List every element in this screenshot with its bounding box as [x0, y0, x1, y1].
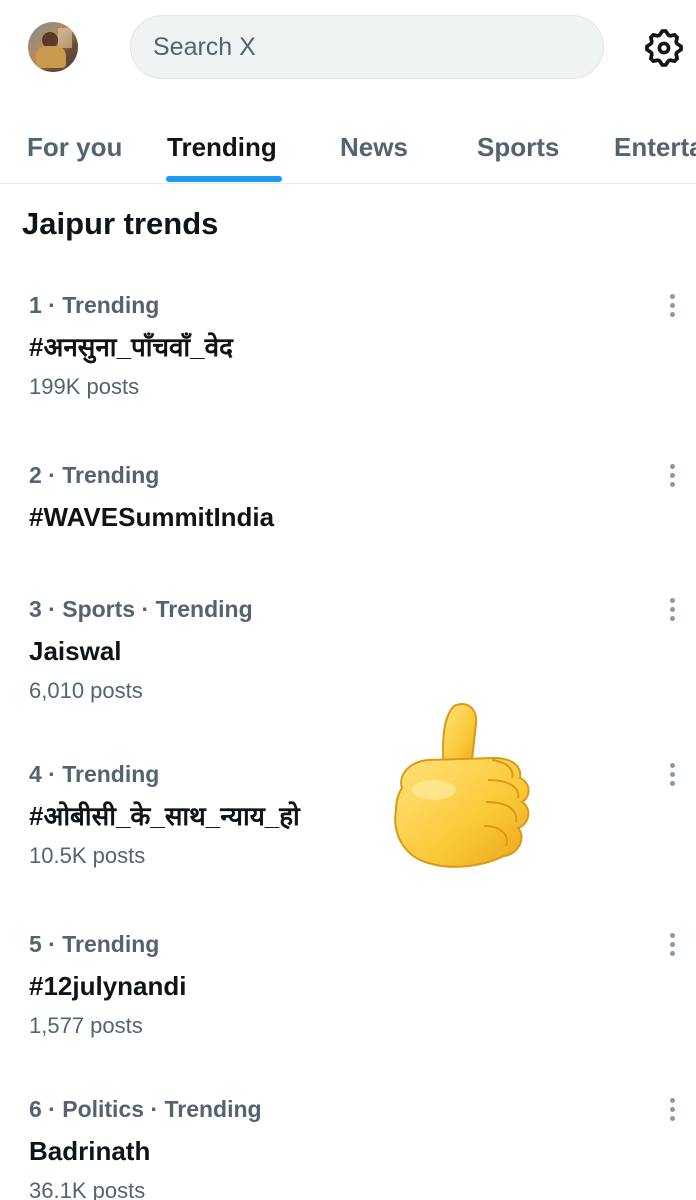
trend-post-count: 1,577 posts	[29, 1013, 143, 1038]
trend-item[interactable]: 5 · Trending #12julynandi 1,577 posts	[29, 928, 669, 1042]
trend-name: Badrinath	[29, 1136, 151, 1166]
trend-meta: 5 · Trending	[29, 931, 160, 957]
trend-meta: 4 · Trending	[29, 761, 160, 787]
trend-name: #WAVESummitIndia	[29, 502, 275, 532]
top-bar	[0, 0, 696, 96]
trend-name: #ओबीसी_के_साथ_न्याय_हो	[29, 801, 300, 831]
trend-meta: 2 · Trending	[29, 462, 160, 488]
trend-meta: 1 · Trending	[29, 292, 160, 318]
trend-name: Jaiswal	[29, 636, 122, 666]
more-options-icon[interactable]	[660, 931, 684, 957]
trend-post-count: 36.1K posts	[29, 1178, 146, 1200]
tab-news[interactable]: News	[340, 110, 408, 184]
thumbs-up-icon	[394, 703, 530, 868]
tab-for-you[interactable]: For you	[27, 110, 122, 184]
trend-item[interactable]: 2 · Trending #WAVESummitIndia	[29, 459, 669, 537]
trend-meta: 3 · Sports · Trending	[29, 596, 253, 622]
section-title: Jaipur trends	[22, 206, 219, 241]
more-options-icon[interactable]	[660, 761, 684, 787]
explore-page: For you Trending News Sports Entertainme…	[0, 0, 696, 1200]
search-bar[interactable]	[130, 15, 604, 79]
active-tab-indicator	[166, 176, 282, 182]
trend-item[interactable]: 1 · Trending #अनसुना_पाँचवाँ_वेद 199K po…	[29, 289, 669, 403]
trend-post-count: 6,010 posts	[29, 678, 143, 703]
tab-entertainment[interactable]: Entertainment	[614, 110, 696, 184]
trend-item[interactable]: 4 · Trending #ओबीसी_के_साथ_न्याय_हो 10.5…	[29, 758, 669, 872]
trend-meta: 6 · Politics · Trending	[29, 1096, 262, 1122]
trend-item[interactable]: 6 · Politics · Trending Badrinath 36.1K …	[29, 1093, 669, 1200]
search-input[interactable]	[153, 32, 603, 62]
trend-name: #12julynandi	[29, 971, 187, 1001]
tab-sports[interactable]: Sports	[477, 110, 559, 184]
trend-post-count: 199K posts	[29, 374, 140, 399]
more-options-icon[interactable]	[660, 1096, 684, 1122]
trend-name: #अनसुना_पाँचवाँ_वेद	[29, 332, 233, 362]
trend-post-count: 10.5K posts	[29, 843, 146, 868]
tab-trending[interactable]: Trending	[167, 110, 277, 184]
explore-tabs: For you Trending News Sports Entertainme…	[0, 110, 696, 184]
profile-avatar[interactable]	[28, 22, 78, 72]
more-options-icon[interactable]	[660, 596, 684, 622]
trend-item[interactable]: 3 · Sports · Trending Jaiswal 6,010 post…	[29, 593, 669, 707]
more-options-icon[interactable]	[660, 462, 684, 488]
gear-icon[interactable]	[642, 26, 686, 70]
more-options-icon[interactable]	[660, 292, 684, 318]
